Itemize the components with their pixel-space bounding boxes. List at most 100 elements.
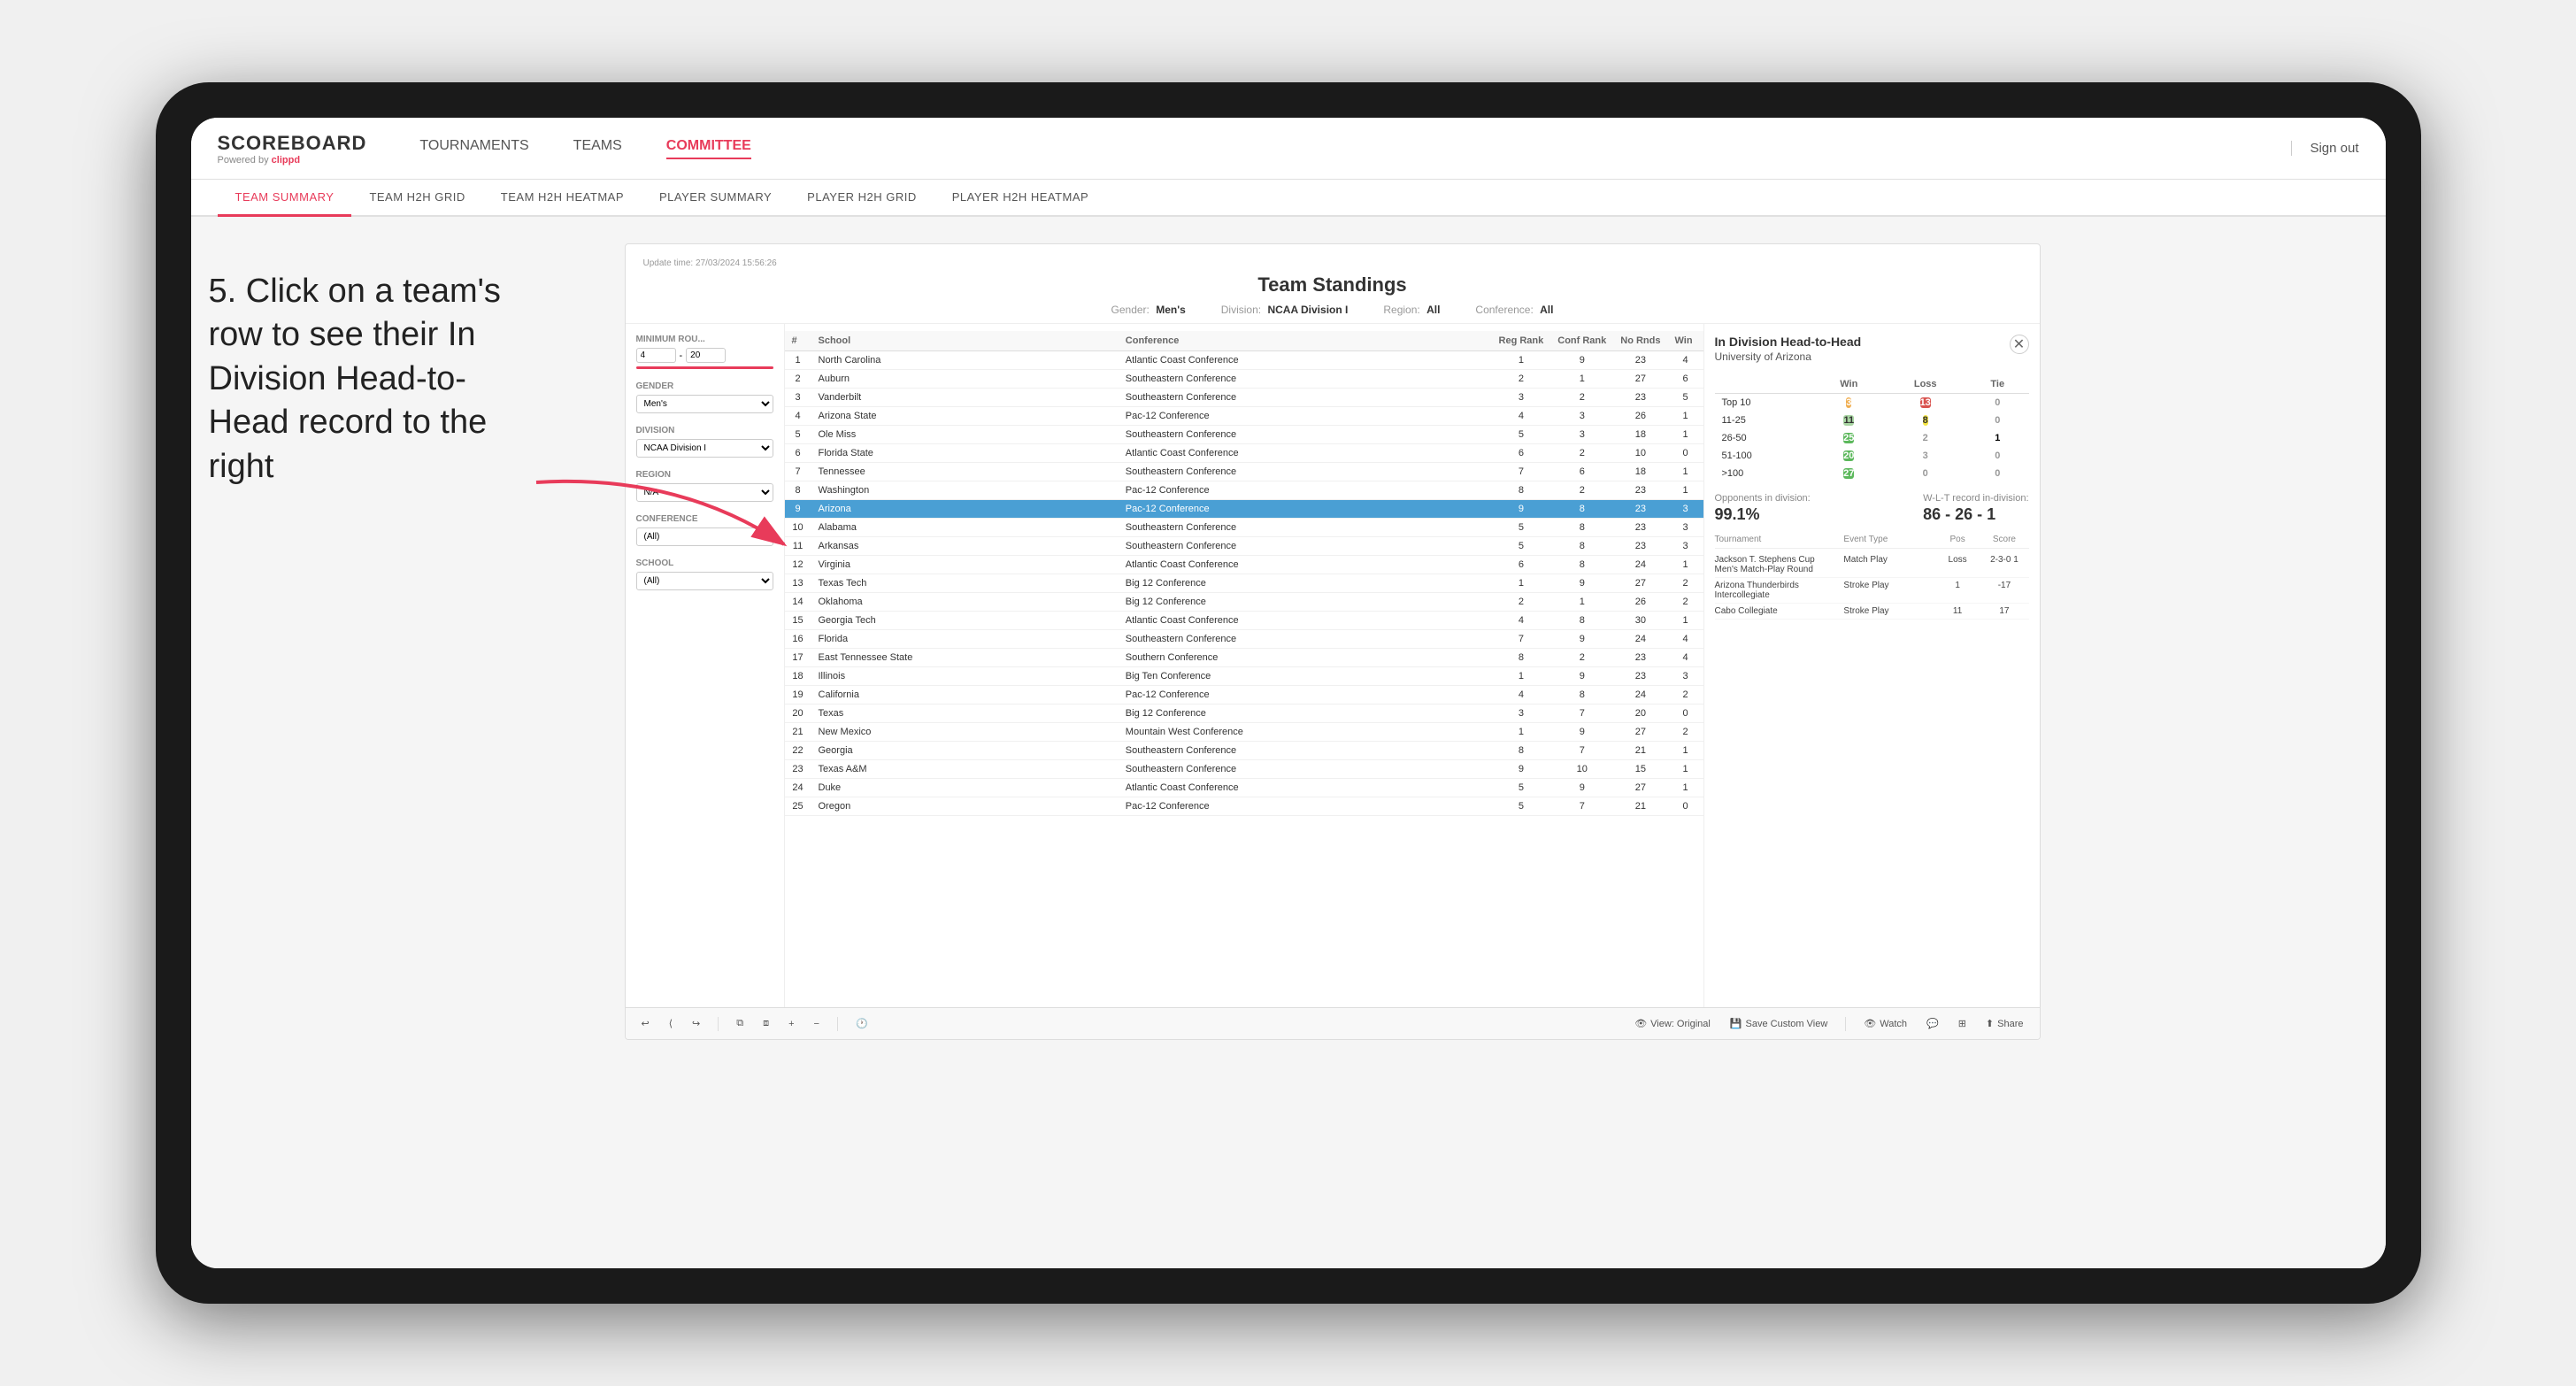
filter-select-region[interactable]: N/A	[636, 483, 773, 502]
subnav-team-summary[interactable]: TEAM SUMMARY	[218, 180, 352, 217]
table-row[interactable]: 16 Florida Southeastern Conference 7 9 2…	[785, 630, 1703, 649]
table-row[interactable]: 20 Texas Big 12 Conference 3 7 20 0	[785, 705, 1703, 723]
nav-committee[interactable]: COMMITTEE	[666, 138, 751, 159]
filter-select-gender[interactable]: Men's Women's	[636, 395, 773, 413]
toolbar-undo[interactable]: ↩	[636, 1015, 655, 1032]
cell-reg-rank: 9	[1492, 760, 1551, 779]
table-row[interactable]: 22 Georgia Southeastern Conference 8 7 2…	[785, 742, 1703, 760]
cell-school: Texas Tech	[811, 574, 1119, 593]
subnav-team-h2h-heatmap[interactable]: TEAM H2H HEATMAP	[483, 180, 642, 215]
cell-rnds: 15	[1613, 760, 1667, 779]
table-row[interactable]: 10 Alabama Southeastern Conference 5 8 2…	[785, 519, 1703, 537]
nav-teams[interactable]: TEAMS	[573, 138, 622, 159]
filter-division: Division: NCAA Division I	[1221, 304, 1349, 316]
subnav-team-h2h-grid[interactable]: TEAM H2H GRID	[351, 180, 482, 215]
table-row[interactable]: 9 Arizona Pac-12 Conference 9 8 23 3	[785, 500, 1703, 519]
table-row[interactable]: 25 Oregon Pac-12 Conference 5 7 21 0	[785, 797, 1703, 816]
h2h-row: 26-50 25 2 1	[1715, 429, 2029, 447]
table-row[interactable]: 7 Tennessee Southeastern Conference 7 6 …	[785, 463, 1703, 481]
toolbar-add[interactable]: +	[783, 1016, 799, 1032]
cell-rnds: 26	[1613, 407, 1667, 426]
cell-conf-rank: 3	[1550, 426, 1613, 444]
share-icon: ⬆	[1986, 1018, 1994, 1029]
filter-region-label: Region:	[1383, 304, 1419, 316]
save-icon: 💾	[1730, 1018, 1742, 1029]
filter-min-rounds-min[interactable]	[636, 348, 676, 363]
h2h-stats: Opponents in division: 99.1% W-L-T recor…	[1715, 493, 2029, 524]
filter-label-division: Division	[636, 426, 773, 435]
toolbar-save-custom[interactable]: 💾 Save Custom View	[1725, 1015, 1833, 1032]
cell-rnds: 23	[1613, 537, 1667, 556]
cell-rnds: 23	[1613, 481, 1667, 500]
cell-conf-rank: 7	[1550, 797, 1613, 816]
toolbar-clock[interactable]: 🕐	[850, 1015, 873, 1032]
toolbar-grid[interactable]: ⊞	[1953, 1015, 1972, 1032]
cell-school: Virginia	[811, 556, 1119, 574]
cell-conf-rank: 1	[1550, 593, 1613, 612]
cell-school: New Mexico	[811, 723, 1119, 742]
sign-out[interactable]: Sign out	[2291, 141, 2358, 156]
col-conference: Conference	[1119, 331, 1492, 351]
table-row[interactable]: 5 Ole Miss Southeastern Conference 5 3 1…	[785, 426, 1703, 444]
table-row[interactable]: 8 Washington Pac-12 Conference 8 2 23 1	[785, 481, 1703, 500]
cell-conf-rank: 6	[1550, 463, 1613, 481]
toolbar-watch[interactable]: 👁 Watch	[1858, 1015, 1912, 1032]
table-row[interactable]: 17 East Tennessee State Southern Confere…	[785, 649, 1703, 667]
filter-min-rounds-max[interactable]	[686, 348, 726, 363]
cell-rank: 3	[785, 389, 811, 407]
table-row[interactable]: 4 Arizona State Pac-12 Conference 4 3 26…	[785, 407, 1703, 426]
table-row[interactable]: 12 Virginia Atlantic Coast Conference 6 …	[785, 556, 1703, 574]
subnav-player-summary[interactable]: PLAYER SUMMARY	[642, 180, 789, 215]
filter-select-school[interactable]: (All)	[636, 572, 773, 590]
subnav-player-h2h-heatmap[interactable]: PLAYER H2H HEATMAP	[934, 180, 1106, 215]
table-row[interactable]: 23 Texas A&M Southeastern Conference 9 1…	[785, 760, 1703, 779]
h2h-table: Win Loss Tie Top 10 3 13 0 11-25 11 8 0 …	[1715, 375, 2029, 482]
table-row[interactable]: 2 Auburn Southeastern Conference 2 1 27 …	[785, 370, 1703, 389]
nav-tournaments[interactable]: TOURNAMENTS	[419, 138, 528, 159]
h2h-opponents-stat: Opponents in division: 99.1%	[1715, 493, 1811, 524]
tourn-cell-pos: Loss	[1942, 555, 1972, 574]
cell-rnds: 23	[1613, 500, 1667, 519]
cell-rnds: 24	[1613, 556, 1667, 574]
toolbar-paste[interactable]: ⧈	[757, 1015, 774, 1032]
cell-conference: Pac-12 Conference	[1119, 500, 1492, 519]
table-row[interactable]: 13 Texas Tech Big 12 Conference 1 9 27 2	[785, 574, 1703, 593]
cell-rank: 18	[785, 667, 811, 686]
filter-select-conference[interactable]: (All)	[636, 527, 773, 546]
toolbar-minus[interactable]: −	[809, 1016, 825, 1032]
tourn-cell-event: Stroke Play	[1843, 606, 1934, 616]
table-row[interactable]: 24 Duke Atlantic Coast Conference 5 9 27…	[785, 779, 1703, 797]
table-row[interactable]: 18 Illinois Big Ten Conference 1 9 23 3	[785, 667, 1703, 686]
h2h-cell-rank: Top 10	[1715, 394, 1814, 412]
col-rank: #	[785, 331, 811, 351]
h2h-tourn-row: Jackson T. Stephens Cup Men's Match-Play…	[1715, 552, 2029, 578]
table-row[interactable]: 15 Georgia Tech Atlantic Coast Conferenc…	[785, 612, 1703, 630]
slider-bar-rounds[interactable]	[636, 366, 773, 369]
filter-select-division[interactable]: NCAA Division I NCAA Division II NCAA Di…	[636, 439, 773, 458]
subnav-player-h2h-grid[interactable]: PLAYER H2H GRID	[789, 180, 934, 215]
toolbar-step-back[interactable]: ⟨	[664, 1015, 678, 1032]
table-row[interactable]: 14 Oklahoma Big 12 Conference 2 1 26 2	[785, 593, 1703, 612]
cell-rnds: 23	[1613, 649, 1667, 667]
table-row[interactable]: 11 Arkansas Southeastern Conference 5 8 …	[785, 537, 1703, 556]
cell-rnds: 27	[1613, 574, 1667, 593]
filter-region-value: All	[1426, 304, 1440, 316]
cell-win: 0	[1668, 705, 1703, 723]
cell-reg-rank: 8	[1492, 481, 1551, 500]
toolbar-comment[interactable]: 💬	[1921, 1015, 1944, 1032]
toolbar-copy[interactable]: ⧉	[731, 1015, 749, 1032]
toolbar-view-original[interactable]: 👁 View: Original	[1629, 1015, 1716, 1032]
table-row[interactable]: 19 California Pac-12 Conference 4 8 24 2	[785, 686, 1703, 705]
h2h-col-win: Win	[1813, 375, 1884, 394]
table-row[interactable]: 3 Vanderbilt Southeastern Conference 3 2…	[785, 389, 1703, 407]
cell-school: East Tennessee State	[811, 649, 1119, 667]
h2h-close-button[interactable]: ✕	[2010, 335, 2029, 354]
table-row[interactable]: 21 New Mexico Mountain West Conference 1…	[785, 723, 1703, 742]
tourn-cell-pos: 1	[1942, 581, 1972, 600]
toolbar-redo[interactable]: ↪	[687, 1015, 705, 1032]
cell-conf-rank: 8	[1550, 537, 1613, 556]
toolbar-share[interactable]: ⬆ Share	[1980, 1015, 2029, 1032]
table-row[interactable]: 1 North Carolina Atlantic Coast Conferen…	[785, 351, 1703, 370]
table-row[interactable]: 6 Florida State Atlantic Coast Conferenc…	[785, 444, 1703, 463]
h2h-row: 11-25 11 8 0	[1715, 412, 2029, 429]
